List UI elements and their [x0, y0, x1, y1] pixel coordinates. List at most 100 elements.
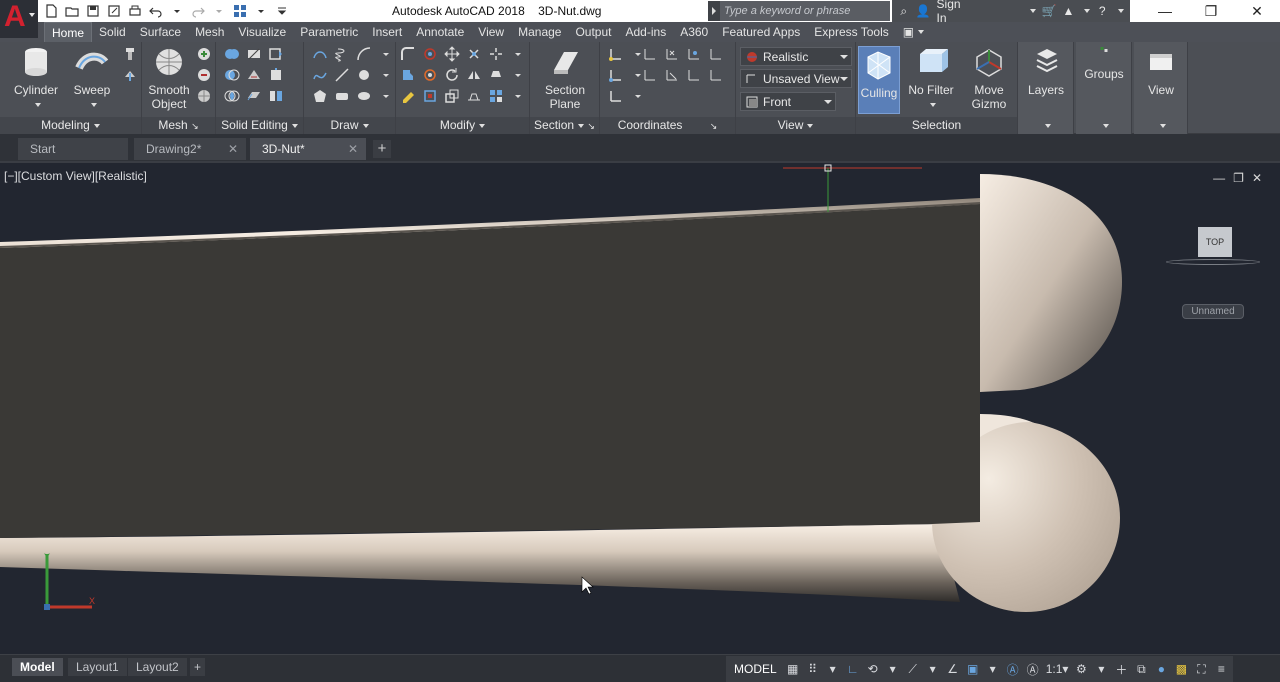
file-tab-drawing2[interactable]: Drawing2* ✕ — [134, 138, 246, 160]
a360-dropdown-icon[interactable] — [1084, 9, 1091, 13]
ucs-menu-button[interactable]: Unnamed — [1182, 304, 1244, 319]
ucs-y-icon[interactable] — [686, 67, 702, 83]
tab-manage[interactable]: Manage — [511, 22, 568, 42]
snap-icon[interactable]: ⠿ — [803, 657, 823, 681]
tab-annotate[interactable]: Annotate — [409, 22, 471, 42]
ucs-origin-icon[interactable] — [608, 67, 624, 83]
annotation-scale[interactable]: 1:1 ▾ — [1043, 657, 1072, 681]
saved-view-dropdown[interactable]: Unsaved View — [740, 69, 852, 88]
modeling-panel-label[interactable]: Modeling — [0, 117, 141, 134]
ortho-icon[interactable]: ∟ — [843, 657, 863, 681]
tab-insert[interactable]: Insert — [365, 22, 409, 42]
3d-rotate-icon[interactable] — [422, 67, 438, 83]
snap-dropdown-icon[interactable]: ▾ — [823, 657, 843, 681]
tab-add-ins[interactable]: Add-ins — [619, 22, 674, 42]
isolate-objects-icon[interactable]: ● — [1151, 657, 1171, 681]
workspace-icon[interactable] — [231, 2, 249, 20]
view-expand-icon[interactable] — [1134, 117, 1187, 134]
circle-dropdown-icon[interactable] — [378, 67, 394, 83]
viewport-minimize-icon[interactable]: — — [1213, 171, 1225, 185]
view-direction-dropdown[interactable]: Front — [740, 92, 836, 111]
subtract-icon[interactable] — [224, 67, 240, 83]
grid-icon[interactable]: ▦ — [783, 657, 803, 681]
separate-icon[interactable] — [268, 88, 284, 104]
tab-home[interactable]: Home — [44, 22, 93, 42]
stretch-icon[interactable] — [466, 88, 482, 104]
close-icon[interactable]: ✕ — [1234, 0, 1280, 22]
mirror-3d-icon[interactable] — [466, 67, 482, 83]
move-gizmo-button[interactable]: Move Gizmo — [964, 46, 1014, 111]
culling-button[interactable]: Culling — [858, 46, 900, 114]
layout-tab-layout1[interactable]: Layout1 — [68, 658, 127, 676]
sweep-dropdown-icon[interactable] — [91, 102, 97, 107]
cylinder-button[interactable]: Cylinder — [10, 46, 62, 111]
view-panel-label[interactable]: View — [736, 117, 855, 134]
mesh-panel-label[interactable]: Mesh ↘ — [142, 117, 215, 134]
scale-icon[interactable] — [444, 88, 460, 104]
customization-menu-icon[interactable]: ≡ — [1211, 657, 1231, 681]
search-input[interactable] — [720, 2, 888, 20]
helix-icon[interactable] — [334, 46, 350, 62]
minimize-icon[interactable]: — — [1142, 0, 1188, 22]
ucs-z-icon[interactable] — [708, 67, 724, 83]
file-tab-start[interactable]: Start — [18, 138, 128, 160]
no-filter-button[interactable]: No Filter — [906, 46, 956, 111]
3d-align-icon[interactable] — [422, 46, 438, 62]
offset-dropdown-icon[interactable] — [510, 88, 526, 104]
selection-panel-label[interactable]: Selection — [856, 117, 1017, 134]
presspull-icon[interactable] — [122, 67, 138, 83]
workspace-switch-icon[interactable]: ⚙ — [1071, 657, 1091, 681]
ucs-x-icon[interactable] — [664, 46, 680, 62]
interfere-icon[interactable] — [246, 67, 262, 83]
redo-dropdown-icon[interactable] — [210, 2, 228, 20]
groups-button[interactable]: Groups — [1080, 46, 1128, 81]
viewcube-compass-ring[interactable] — [1166, 259, 1260, 265]
viewport-restore-icon[interactable]: ❐ — [1233, 171, 1244, 185]
groups-expand-icon[interactable] — [1076, 117, 1131, 134]
ucs-view-icon[interactable] — [708, 46, 724, 62]
layers-expand-icon[interactable] — [1018, 117, 1073, 134]
slice-icon[interactable] — [246, 46, 262, 62]
new-tab-button[interactable]: + — [373, 140, 391, 158]
arc-dropdown-icon[interactable] — [378, 46, 394, 62]
shell-dropdown-icon[interactable] — [510, 67, 526, 83]
tab-a360[interactable]: A360 — [673, 22, 715, 42]
workspace-dropdown-icon[interactable] — [252, 2, 270, 20]
redo-icon[interactable] — [189, 2, 207, 20]
extrude-faces-icon[interactable] — [268, 67, 284, 83]
object-snap-dropdown-icon[interactable]: ▾ — [983, 657, 1003, 681]
close-tab-icon[interactable]: ✕ — [228, 142, 238, 156]
ucs-3point-icon[interactable] — [686, 46, 702, 62]
sweep-button[interactable]: Sweep — [68, 46, 116, 111]
new-icon[interactable] — [42, 2, 60, 20]
extract-edges-icon[interactable] — [268, 46, 284, 62]
fillet-edge-icon[interactable] — [400, 46, 416, 62]
ucs-object-icon[interactable] — [642, 67, 658, 83]
ucs-icon[interactable] — [608, 46, 624, 62]
viewport-close-icon[interactable]: ✕ — [1252, 171, 1262, 185]
application-menu-button[interactable]: A — [0, 0, 38, 38]
hardware-acceleration-icon[interactable]: ▩ — [1171, 657, 1191, 681]
coordinates-panel-label[interactable]: Coordinates ↘ — [600, 117, 735, 134]
erase-icon[interactable] — [400, 88, 416, 104]
tab-surface[interactable]: Surface — [133, 22, 188, 42]
undo-icon[interactable] — [147, 2, 165, 20]
rectangle-icon[interactable] — [334, 88, 350, 104]
section-plane-button[interactable]: Section Plane — [538, 46, 592, 111]
smooth-object-button[interactable]: Smooth Object — [146, 46, 192, 111]
tab-visualize[interactable]: Visualize — [231, 22, 293, 42]
polyline-icon[interactable] — [312, 46, 328, 62]
layers-button[interactable]: Layers — [1022, 46, 1070, 97]
tab-featured-apps[interactable]: Featured Apps — [715, 22, 807, 42]
arc-icon[interactable] — [356, 46, 372, 62]
cart-icon[interactable]: 🛒 — [1042, 3, 1057, 19]
ucs-named-dropdown-icon[interactable] — [630, 88, 646, 104]
extrude-icon[interactable] — [122, 46, 138, 62]
3d-scale-icon[interactable] — [422, 88, 438, 104]
modify-panel-label[interactable]: Modify — [396, 117, 529, 134]
viewcube[interactable]: TOP — [1198, 227, 1232, 257]
save-as-icon[interactable] — [105, 2, 123, 20]
polygon-icon[interactable] — [312, 88, 328, 104]
undo-dropdown-icon[interactable] — [168, 2, 186, 20]
smooth-less-icon[interactable] — [196, 67, 212, 83]
